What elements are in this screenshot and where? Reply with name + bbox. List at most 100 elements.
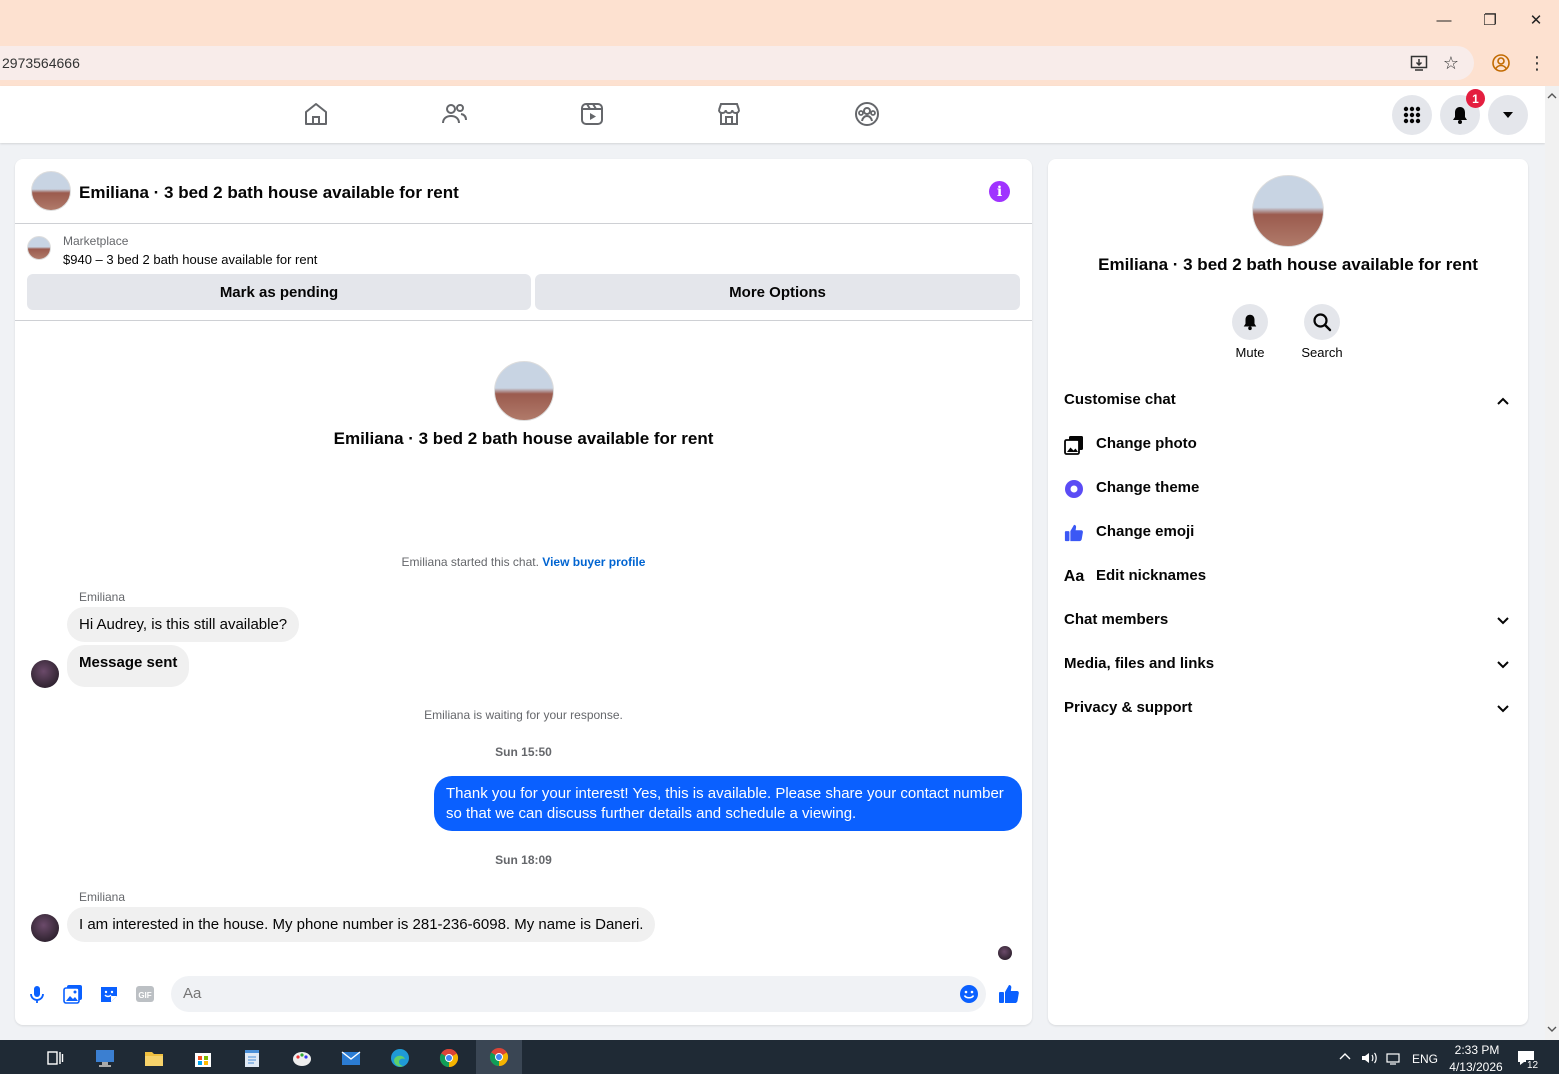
sticker-icon[interactable] (98, 983, 120, 1005)
grid-icon (1403, 106, 1421, 124)
chevron-down-icon[interactable] (1494, 612, 1512, 630)
marketplace-icon[interactable] (715, 100, 743, 128)
show-hidden-icons-icon[interactable] (1338, 1050, 1352, 1067)
page-scrollbar[interactable] (1545, 86, 1559, 1040)
chevron-down-icon[interactable] (1494, 656, 1512, 674)
file-explorer-icon[interactable] (137, 1044, 171, 1072)
marketplace-label: Marketplace (63, 234, 129, 248)
restore-button[interactable]: ❐ (1467, 0, 1513, 40)
customise-chat-section[interactable]: Customise chat (1064, 391, 1176, 408)
notepad-icon[interactable] (235, 1044, 269, 1072)
close-window-button[interactable]: ✕ (1513, 0, 1559, 40)
divider (15, 320, 1032, 321)
edge-icon[interactable] (383, 1044, 417, 1072)
thumbs-up-icon (1063, 522, 1085, 544)
store-icon[interactable] (186, 1044, 220, 1072)
message-timestamp: Sun 18:09 (495, 853, 552, 867)
gif-icon[interactable]: GIF (134, 983, 156, 1005)
message-timestamp: Sun 15:50 (495, 745, 552, 759)
search-icon (1313, 313, 1332, 332)
chrome-profile-icon[interactable] (432, 1044, 466, 1072)
conversation-avatar (494, 361, 554, 421)
address-bar[interactable] (0, 46, 1474, 80)
svg-text:GIF: GIF (138, 991, 151, 1000)
notification-badge: 1 (1466, 89, 1485, 108)
thumbs-up-icon[interactable] (998, 983, 1020, 1005)
chat-info-panel (1048, 159, 1528, 1025)
media-files-links-section[interactable]: Media, files and links (1064, 655, 1214, 672)
home-icon[interactable] (302, 100, 330, 128)
friends-icon[interactable] (440, 100, 468, 128)
url-text[interactable]: 2973564666 (2, 55, 80, 71)
sender-avatar[interactable] (31, 660, 59, 688)
task-view-icon[interactable] (38, 1044, 72, 1072)
facebook-header (0, 86, 1545, 143)
minimize-button[interactable]: — (1421, 0, 1467, 40)
info-icon[interactable]: i (989, 181, 1010, 202)
message-input[interactable] (183, 985, 923, 1002)
microphone-icon[interactable] (26, 983, 48, 1005)
chat-title[interactable]: Emiliana · 3 bed 2 bath house available … (79, 183, 459, 203)
video-icon[interactable] (578, 100, 606, 128)
computer-app-icon[interactable] (88, 1044, 122, 1072)
conversation-name: Emiliana · 3 bed 2 bath house available … (333, 429, 714, 448)
clock-time[interactable]: 2:33 PM (1452, 1043, 1502, 1057)
browser-menu-icon[interactable]: ⋮ (1524, 50, 1550, 76)
started-text: Emiliana started this chat. (401, 555, 539, 569)
theme-icon (1063, 478, 1085, 500)
volume-icon[interactable] (1360, 1050, 1378, 1071)
listing-thumbnail[interactable] (27, 236, 51, 260)
search-button[interactable] (1304, 304, 1340, 340)
change-theme-item[interactable]: Change theme (1096, 479, 1199, 496)
outgoing-message[interactable]: Thank you for your interest! Yes, this i… (434, 776, 1022, 831)
info-name: Emiliana · 3 bed 2 bath house available … (1098, 255, 1478, 274)
mute-button[interactable] (1232, 304, 1268, 340)
chat-started-note: Emiliana started this chat. View buyer p… (15, 555, 1032, 569)
install-app-icon[interactable] (1406, 50, 1432, 76)
caret-down-icon (1503, 112, 1513, 118)
network-icon[interactable] (1385, 1050, 1403, 1071)
chrome-active-icon[interactable] (476, 1040, 522, 1074)
bell-icon (1243, 314, 1257, 331)
waiting-note: Emiliana is waiting for your response. (424, 708, 623, 722)
message-sender: Emiliana (79, 590, 126, 604)
chat-members-section[interactable]: Chat members (1064, 611, 1168, 628)
divider (15, 223, 1032, 224)
bell-icon (1453, 107, 1467, 124)
account-menu-button[interactable] (1488, 95, 1528, 135)
photo-icon[interactable] (62, 983, 84, 1005)
view-buyer-profile-link[interactable]: View buyer profile (542, 555, 645, 569)
clock-date[interactable]: 4/13/2026 (1446, 1060, 1506, 1074)
more-options-button[interactable]: More Options (535, 274, 1020, 310)
search-label: Search (1301, 345, 1343, 360)
groups-icon[interactable] (853, 100, 881, 128)
windows-taskbar (0, 1040, 1559, 1074)
change-emoji-item[interactable]: Change emoji (1096, 523, 1194, 540)
chevron-up-icon[interactable] (1494, 392, 1512, 410)
seen-indicator-avatar (998, 946, 1012, 960)
language-indicator[interactable]: ENG (1412, 1052, 1438, 1066)
incoming-message[interactable]: I am interested in the house. My phone n… (67, 907, 656, 942)
info-avatar[interactable] (1252, 175, 1324, 247)
incoming-message[interactable]: Hi Audrey, is this still available? (67, 607, 300, 642)
change-photo-icon (1063, 434, 1085, 456)
bookmark-star-icon[interactable]: ☆ (1438, 50, 1464, 76)
profile-icon[interactable] (1488, 50, 1514, 76)
chat-avatar[interactable] (31, 171, 71, 211)
nickname-icon: Aa (1063, 568, 1085, 585)
chevron-down-icon[interactable] (1494, 700, 1512, 718)
listing-title[interactable]: $940 – 3 bed 2 bath house available for … (63, 252, 317, 267)
sender-avatar[interactable] (31, 914, 59, 942)
incoming-message[interactable]: Message sent (67, 645, 190, 687)
privacy-support-section[interactable]: Privacy & support (1064, 699, 1192, 716)
paint-icon[interactable] (285, 1044, 319, 1072)
change-photo-item[interactable]: Change photo (1096, 435, 1197, 452)
browser-titlebar (0, 0, 1559, 40)
mail-icon[interactable] (334, 1044, 368, 1072)
edit-nicknames-item[interactable]: Edit nicknames (1096, 567, 1206, 584)
menu-grid-button[interactable] (1392, 95, 1432, 135)
message-sender: Emiliana (79, 890, 126, 904)
mark-as-pending-button[interactable]: Mark as pending (27, 274, 531, 310)
action-center-count: 12 (1526, 1060, 1540, 1071)
emoji-icon[interactable] (958, 983, 980, 1005)
